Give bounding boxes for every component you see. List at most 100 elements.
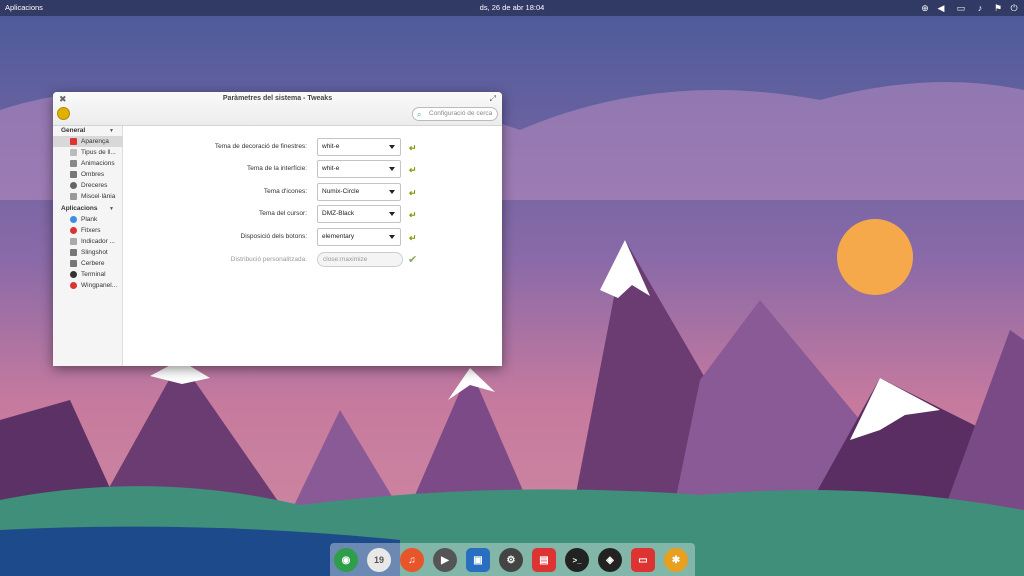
slingshot-icon bbox=[70, 249, 77, 256]
sidebar-item-label: Animacions bbox=[81, 160, 115, 167]
photos-icon[interactable]: ▣ bbox=[466, 548, 490, 572]
sidebar-item-shortcuts[interactable]: Dreceres bbox=[53, 180, 123, 191]
dock: ◉ 19 ♫ ▶ ▣ ⚙ ▤ >_ ◈ ▭ ✱ bbox=[330, 543, 695, 576]
setting-row-window-theme: Tema de decoració de finestres: whit-e ↵ bbox=[124, 138, 502, 158]
sidebar-item-label: Ombres bbox=[81, 171, 105, 178]
sidebar-item-slingshot[interactable]: Slingshot bbox=[53, 247, 123, 258]
setting-row-button-layout: Disposició dels botons: elementary ↵ bbox=[124, 228, 502, 248]
fonts-icon bbox=[70, 149, 77, 156]
collapse-arrow-icon[interactable]: ▼ bbox=[109, 128, 114, 134]
search-input[interactable]: ⌕ Configuració de cerca bbox=[412, 107, 498, 121]
files-icon[interactable]: ▭ bbox=[631, 548, 655, 572]
sidebar-item-label: Indicador ... bbox=[81, 238, 115, 245]
browser-icon[interactable]: ◉ bbox=[334, 548, 358, 572]
sidebar-header-general: General bbox=[61, 127, 86, 134]
chevron-down-icon bbox=[389, 212, 395, 216]
sidebar-item-label: Tipus de ll... bbox=[81, 149, 116, 156]
chevron-down-icon bbox=[389, 235, 395, 239]
sidebar-item-label: Aparença bbox=[81, 138, 109, 145]
combo-value: DMZ-Black bbox=[322, 210, 355, 217]
revert-icon[interactable]: ↵ bbox=[409, 143, 417, 154]
sidebar: General ▼ Aparença Tipus de ll... Animac… bbox=[53, 126, 123, 366]
button-layout-combo[interactable]: elementary bbox=[317, 228, 401, 246]
window-titlebar[interactable]: ✖ Paràmetres del sistema - Tweaks ⤢ ⌕ Co… bbox=[53, 92, 502, 126]
calendar-icon[interactable]: 19 bbox=[367, 548, 391, 572]
sidebar-item-plank[interactable]: Plank bbox=[53, 214, 123, 225]
setting-label: Tema de la interfície: bbox=[247, 165, 307, 172]
window-title: Paràmetres del sistema - Tweaks bbox=[222, 95, 333, 102]
icon-theme-combo[interactable]: Numix-Circle bbox=[317, 183, 401, 201]
files-icon bbox=[70, 227, 77, 234]
window-theme-combo[interactable]: whit-e bbox=[317, 138, 401, 156]
tweaks-window: ✖ Paràmetres del sistema - Tweaks ⤢ ⌕ Co… bbox=[53, 92, 502, 366]
sidebar-item-animations[interactable]: Animacions bbox=[53, 158, 123, 169]
notification-bell-icon[interactable]: ⚑ bbox=[990, 1, 1006, 15]
combo-value: Numix-Circle bbox=[322, 188, 360, 195]
sidebar-item-shadows[interactable]: Ombres bbox=[53, 169, 123, 180]
power-icon[interactable]: ⏻ bbox=[1006, 1, 1022, 15]
date-time[interactable]: ds, 26 de abr 18:04 bbox=[0, 3, 1024, 12]
steam-icon[interactable]: ◈ bbox=[598, 548, 622, 572]
chevron-down-icon bbox=[389, 190, 395, 194]
sidebar-item-aparenca[interactable]: Aparença bbox=[53, 136, 123, 147]
checkmark-icon[interactable]: ✔ bbox=[408, 253, 417, 266]
notification-icon[interactable]: ♪ bbox=[972, 1, 988, 15]
cursor-theme-combo[interactable]: DMZ-Black bbox=[317, 205, 401, 223]
sidebar-item-indicator[interactable]: Indicador ... bbox=[53, 236, 123, 247]
network-icon[interactable]: ⊕ bbox=[917, 1, 933, 15]
combo-value: whit-e bbox=[322, 165, 340, 172]
home-icon[interactable] bbox=[57, 107, 70, 120]
animations-icon bbox=[70, 160, 77, 167]
setting-label: Tema de decoració de finestres: bbox=[214, 143, 307, 150]
setting-label: Distribució personalitzada: bbox=[230, 256, 307, 263]
setting-label: Tema del cursor: bbox=[258, 210, 307, 217]
video-icon[interactable]: ▶ bbox=[433, 548, 457, 572]
setting-row-gtk-theme: Tema de la interfície: whit-e ↵ bbox=[124, 160, 502, 180]
cerbere-icon bbox=[70, 260, 77, 267]
terminal-icon[interactable]: >_ bbox=[565, 548, 589, 572]
sidebar-item-label: Fitxers bbox=[81, 227, 101, 234]
pinwheel-icon[interactable]: ✱ bbox=[664, 548, 688, 572]
revert-icon[interactable]: ↵ bbox=[409, 188, 417, 199]
search-placeholder: Configuració de cerca bbox=[429, 110, 493, 117]
terminal-icon bbox=[70, 271, 77, 278]
sidebar-item-wingpanel[interactable]: Wingpanel... bbox=[53, 280, 123, 291]
appcenter-icon[interactable]: ▤ bbox=[532, 548, 556, 572]
switchboard-icon[interactable]: ⚙ bbox=[499, 548, 523, 572]
combo-value: elementary bbox=[322, 233, 355, 240]
custom-layout-field[interactable]: close:maximize bbox=[317, 252, 403, 267]
display-icon[interactable]: ▭ bbox=[953, 1, 969, 15]
chevron-down-icon bbox=[389, 145, 395, 149]
sidebar-item-label: Cerbere bbox=[81, 260, 105, 267]
music-icon[interactable]: ♫ bbox=[400, 548, 424, 572]
sidebar-item-label: Wingpanel... bbox=[81, 282, 118, 289]
chevron-down-icon bbox=[389, 167, 395, 171]
sidebar-item-label: Miscel·lània bbox=[81, 193, 116, 200]
search-icon: ⌕ bbox=[417, 110, 422, 119]
setting-row-cursor-theme: Tema del cursor: DMZ-Black ↵ bbox=[124, 205, 502, 225]
volume-icon[interactable]: ◀ bbox=[933, 1, 949, 15]
revert-icon[interactable]: ↵ bbox=[409, 210, 417, 221]
sidebar-item-label: Dreceres bbox=[81, 182, 108, 189]
sidebar-header-apps: Aplicacions bbox=[61, 205, 98, 212]
revert-icon[interactable]: ↵ bbox=[409, 165, 417, 176]
shortcuts-icon bbox=[70, 182, 77, 189]
gtk-theme-combo[interactable]: whit-e bbox=[317, 160, 401, 178]
misc-icon bbox=[70, 193, 77, 200]
sidebar-item-files[interactable]: Fitxers bbox=[53, 225, 123, 236]
maximize-icon[interactable]: ⤢ bbox=[490, 94, 496, 104]
sidebar-item-label: Slingshot bbox=[81, 249, 108, 256]
setting-label: Disposició dels botons: bbox=[240, 233, 307, 240]
revert-icon[interactable]: ↵ bbox=[409, 233, 417, 244]
sidebar-item-cerbere[interactable]: Cerbere bbox=[53, 258, 123, 269]
sidebar-item-fonts[interactable]: Tipus de ll... bbox=[53, 147, 123, 158]
sidebar-item-label: Plank bbox=[81, 216, 98, 223]
sidebar-item-terminal[interactable]: Terminal bbox=[53, 269, 123, 280]
shadows-icon bbox=[70, 171, 77, 178]
sidebar-item-misc[interactable]: Miscel·lània bbox=[53, 191, 123, 202]
plank-icon bbox=[70, 216, 77, 223]
combo-value: whit-e bbox=[322, 143, 340, 150]
collapse-arrow-icon[interactable]: ▼ bbox=[109, 206, 114, 212]
setting-row-icon-theme: Tema d'icones: Numix-Circle ↵ bbox=[124, 183, 502, 203]
setting-row-custom-layout: Distribució personalitzada: close:maximi… bbox=[124, 251, 502, 271]
